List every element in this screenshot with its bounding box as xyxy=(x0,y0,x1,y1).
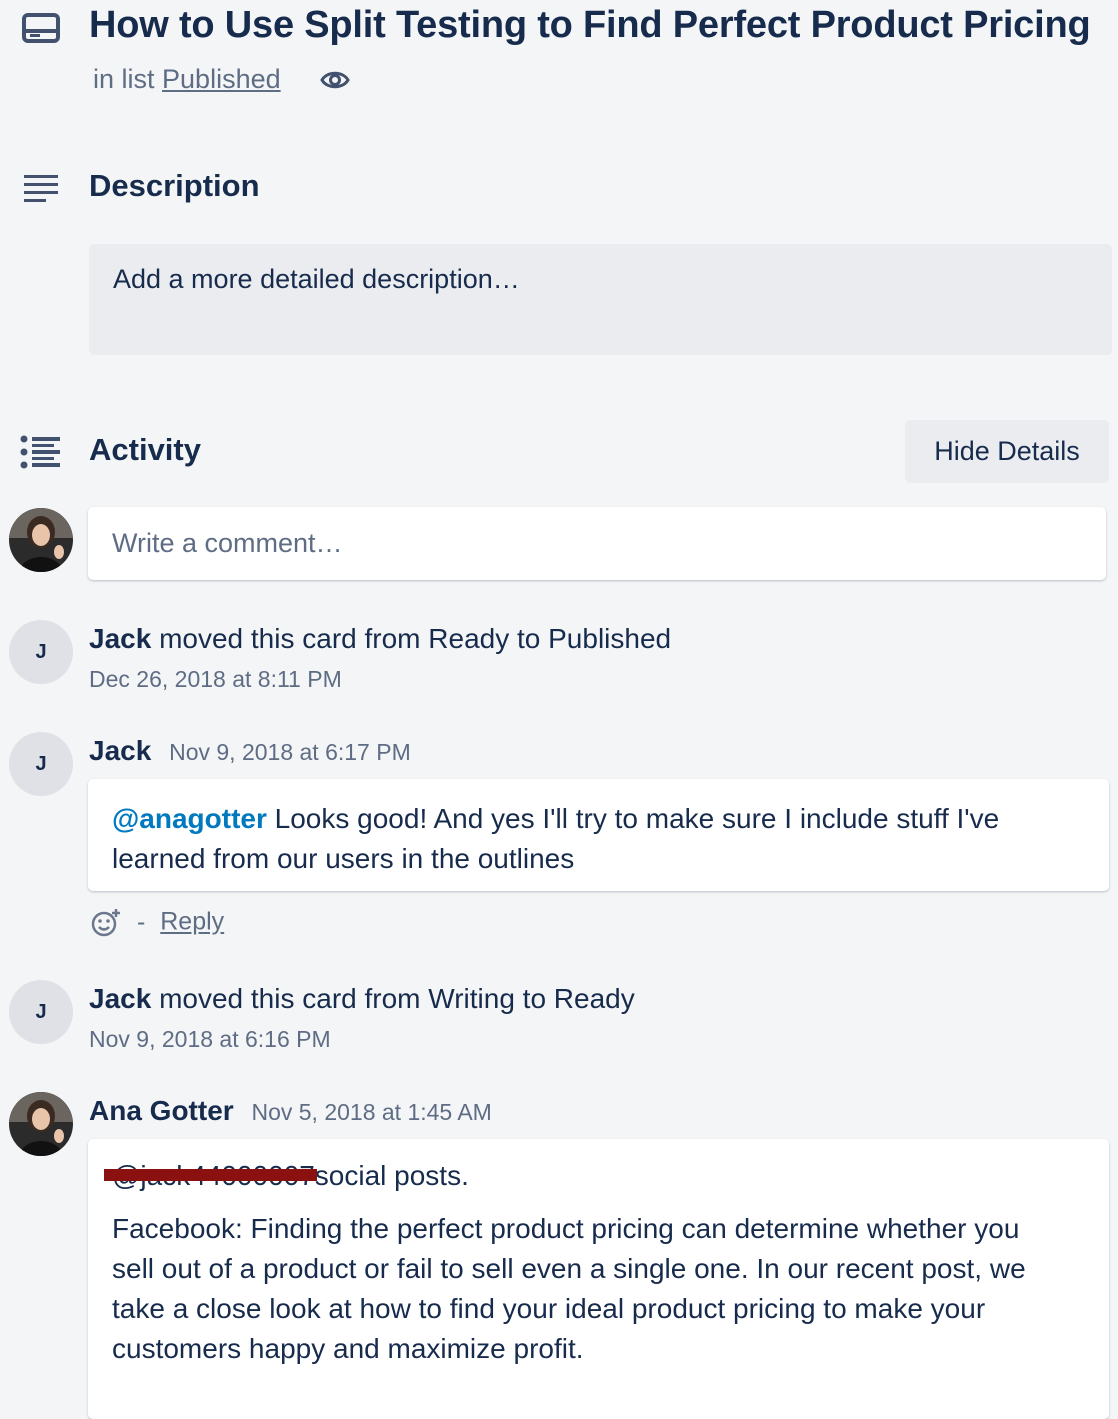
activity-entry: Jack moved this card from Ready to Publi… xyxy=(89,623,671,655)
comment-author[interactable]: Ana Gotter xyxy=(89,1095,234,1126)
member-avatar[interactable] xyxy=(9,1092,73,1156)
activity-heading: Activity xyxy=(89,432,201,467)
activity-icon xyxy=(20,435,60,469)
comment-header: Jack Nov 9, 2018 at 6:17 PM xyxy=(89,735,411,767)
activity-author[interactable]: Jack xyxy=(89,623,151,654)
comment-text-line: Facebook: Finding the perfect product pr… xyxy=(112,1213,1020,1244)
list-link[interactable]: Published xyxy=(162,64,281,94)
activity-timestamp[interactable]: Dec 26, 2018 at 8:11 PM xyxy=(89,666,342,693)
comment-text-line: Looks good! And yes I'll try to make sur… xyxy=(274,803,1000,834)
comment-timestamp[interactable]: Nov 9, 2018 at 6:17 PM xyxy=(169,739,411,765)
comment-input[interactable] xyxy=(88,507,1106,580)
comment-body: @jack44000007social posts. Facebook: Fin… xyxy=(88,1139,1109,1419)
activity-action: moved this card from Ready to Published xyxy=(159,623,672,654)
comment-text-line: take a close look at how to find your id… xyxy=(112,1293,986,1324)
comment-text-line: social posts. xyxy=(314,1160,469,1191)
description-heading: Description xyxy=(89,168,260,203)
current-user-avatar[interactable] xyxy=(9,508,73,572)
in-list-prefix: in list xyxy=(93,64,155,94)
activity-timestamp[interactable]: Nov 9, 2018 at 6:16 PM xyxy=(89,1026,331,1053)
description-editor[interactable]: Add a more detailed description… xyxy=(89,244,1112,355)
comment-header: Ana Gotter Nov 5, 2018 at 1:45 AM xyxy=(89,1095,492,1127)
activity-author[interactable]: Jack xyxy=(89,983,151,1014)
member-avatar[interactable]: J xyxy=(9,980,73,1044)
card-icon xyxy=(22,13,60,43)
description-icon xyxy=(24,175,58,202)
comment-author[interactable]: Jack xyxy=(89,735,151,766)
member-avatar[interactable]: J xyxy=(9,732,73,796)
eye-icon[interactable] xyxy=(320,66,350,94)
comment-body: @anagotter Looks good! And yes I'll try … xyxy=(88,779,1109,891)
add-reaction-icon[interactable] xyxy=(90,907,122,939)
redacted-mention: @jack44000007 xyxy=(104,1155,317,1197)
card-list-info: in list Published xyxy=(93,64,281,95)
reply-link[interactable]: Reply xyxy=(160,908,224,936)
activity-entry: Jack moved this card from Writing to Rea… xyxy=(89,983,635,1015)
comment-text-line: customers happy and maximize profit. xyxy=(112,1333,584,1364)
hide-details-button[interactable]: Hide Details xyxy=(905,420,1109,483)
card-title[interactable]: How to Use Split Testing to Find Perfect… xyxy=(89,4,1091,47)
member-avatar[interactable]: J xyxy=(9,620,73,684)
comment-text-line: learned from our users in the outlines xyxy=(112,843,575,874)
comment-text-line: sell out of a product or fail to sell ev… xyxy=(112,1253,1026,1284)
comment-paragraph: Facebook: Finding the perfect product pr… xyxy=(112,1209,1085,1369)
activity-action: moved this card from Writing to Ready xyxy=(159,983,635,1014)
actions-separator: - xyxy=(136,907,146,936)
mention-link[interactable]: @anagotter xyxy=(112,803,267,834)
comment-actions: - Reply xyxy=(90,907,224,939)
comment-timestamp[interactable]: Nov 5, 2018 at 1:45 AM xyxy=(251,1099,491,1125)
description-placeholder: Add a more detailed description… xyxy=(113,264,520,294)
